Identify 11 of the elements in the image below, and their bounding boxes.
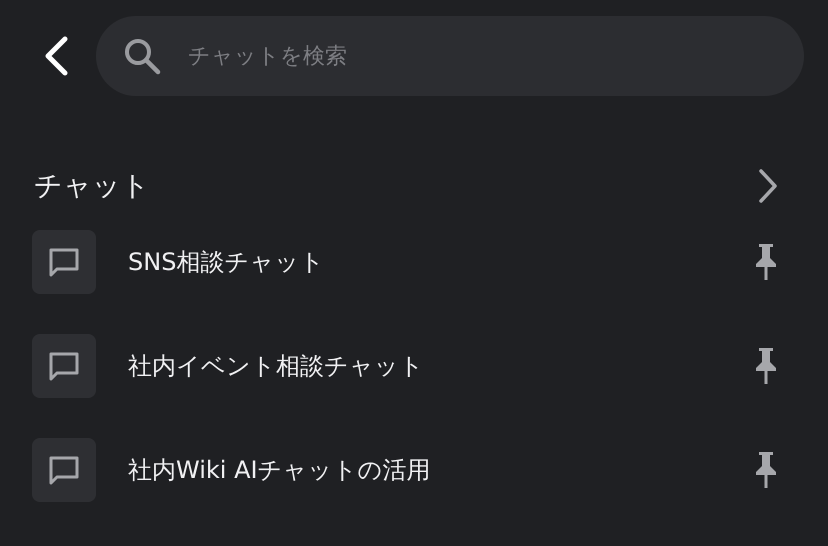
chat-title[interactable]: 社内イベント相談チャット [128,350,752,382]
chat-tile-icon [32,230,96,294]
chat-title[interactable]: SNS相談チャット [128,246,752,278]
section-title: チャット [34,168,150,204]
search-bar[interactable]: チャットを検索 [96,16,804,96]
chevron-right-button[interactable] [756,166,780,206]
chat-tile-icon [32,334,96,398]
search-icon [122,36,162,76]
search-field[interactable]: チャットを検索 [186,42,780,70]
chat-title[interactable]: 社内Wiki AIチャットの活用 [128,454,752,486]
chat-tile-icon [32,438,96,502]
